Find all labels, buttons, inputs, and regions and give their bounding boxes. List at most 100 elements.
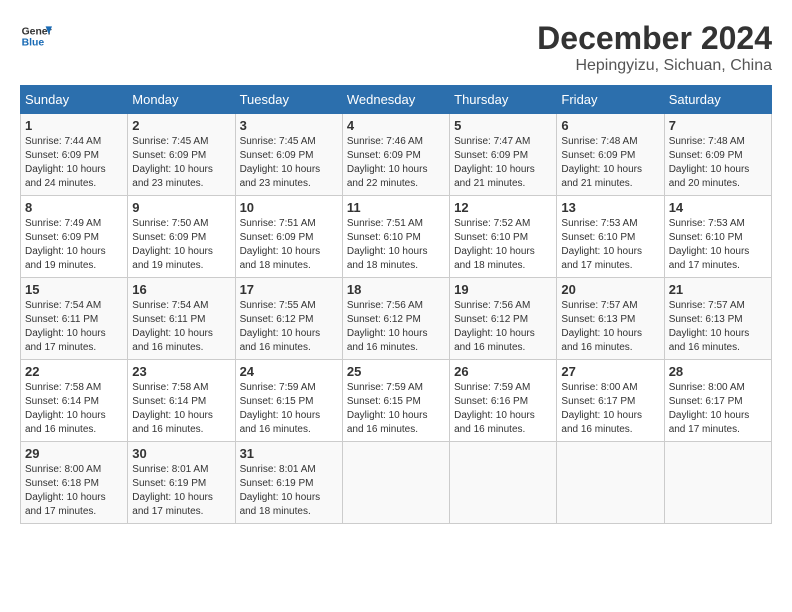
- day-info: Sunrise: 7:55 AM Sunset: 6:12 PM Dayligh…: [240, 299, 338, 355]
- day-info: Sunrise: 7:59 AM Sunset: 6:15 PM Dayligh…: [347, 381, 445, 437]
- calendar-cell: 10 Sunrise: 7:51 AM Sunset: 6:09 PM Dayl…: [235, 196, 342, 278]
- day-info: Sunrise: 7:57 AM Sunset: 6:13 PM Dayligh…: [561, 299, 659, 355]
- day-number: 9: [132, 200, 230, 215]
- calendar-cell: [557, 442, 664, 524]
- calendar-cell: 8 Sunrise: 7:49 AM Sunset: 6:09 PM Dayli…: [21, 196, 128, 278]
- calendar-cell: 1 Sunrise: 7:44 AM Sunset: 6:09 PM Dayli…: [21, 114, 128, 196]
- calendar-cell: 9 Sunrise: 7:50 AM Sunset: 6:09 PM Dayli…: [128, 196, 235, 278]
- day-number: 17: [240, 282, 338, 297]
- logo-icon: General Blue: [20, 20, 52, 52]
- day-number: 4: [347, 118, 445, 133]
- day-number: 10: [240, 200, 338, 215]
- svg-text:Blue: Blue: [22, 38, 45, 49]
- page-header: General Blue December 2024 Hepingyizu, S…: [20, 20, 772, 75]
- day-header-wednesday: Wednesday: [342, 86, 449, 114]
- calendar-cell: 6 Sunrise: 7:48 AM Sunset: 6:09 PM Dayli…: [557, 114, 664, 196]
- day-info: Sunrise: 7:51 AM Sunset: 6:10 PM Dayligh…: [347, 217, 445, 273]
- day-info: Sunrise: 8:01 AM Sunset: 6:19 PM Dayligh…: [240, 463, 338, 519]
- calendar-cell: [664, 442, 771, 524]
- calendar-cell: 11 Sunrise: 7:51 AM Sunset: 6:10 PM Dayl…: [342, 196, 449, 278]
- day-number: 27: [561, 364, 659, 379]
- day-number: 24: [240, 364, 338, 379]
- day-info: Sunrise: 7:57 AM Sunset: 6:13 PM Dayligh…: [669, 299, 767, 355]
- calendar-cell: 5 Sunrise: 7:47 AM Sunset: 6:09 PM Dayli…: [450, 114, 557, 196]
- day-info: Sunrise: 7:45 AM Sunset: 6:09 PM Dayligh…: [240, 135, 338, 191]
- day-info: Sunrise: 7:46 AM Sunset: 6:09 PM Dayligh…: [347, 135, 445, 191]
- calendar-cell: 2 Sunrise: 7:45 AM Sunset: 6:09 PM Dayli…: [128, 114, 235, 196]
- calendar-week-5: 29 Sunrise: 8:00 AM Sunset: 6:18 PM Dayl…: [21, 442, 772, 524]
- day-info: Sunrise: 8:00 AM Sunset: 6:17 PM Dayligh…: [561, 381, 659, 437]
- calendar-cell: 7 Sunrise: 7:48 AM Sunset: 6:09 PM Dayli…: [664, 114, 771, 196]
- day-info: Sunrise: 7:45 AM Sunset: 6:09 PM Dayligh…: [132, 135, 230, 191]
- day-number: 18: [347, 282, 445, 297]
- day-number: 8: [25, 200, 123, 215]
- calendar-cell: 13 Sunrise: 7:53 AM Sunset: 6:10 PM Dayl…: [557, 196, 664, 278]
- day-number: 29: [25, 446, 123, 461]
- day-number: 20: [561, 282, 659, 297]
- calendar-table: SundayMondayTuesdayWednesdayThursdayFrid…: [20, 85, 772, 524]
- calendar-cell: 3 Sunrise: 7:45 AM Sunset: 6:09 PM Dayli…: [235, 114, 342, 196]
- day-info: Sunrise: 7:56 AM Sunset: 6:12 PM Dayligh…: [347, 299, 445, 355]
- calendar-cell: 23 Sunrise: 7:58 AM Sunset: 6:14 PM Dayl…: [128, 360, 235, 442]
- day-info: Sunrise: 8:00 AM Sunset: 6:17 PM Dayligh…: [669, 381, 767, 437]
- day-info: Sunrise: 7:53 AM Sunset: 6:10 PM Dayligh…: [669, 217, 767, 273]
- day-number: 30: [132, 446, 230, 461]
- day-number: 16: [132, 282, 230, 297]
- calendar-cell: 18 Sunrise: 7:56 AM Sunset: 6:12 PM Dayl…: [342, 278, 449, 360]
- calendar-cell: 17 Sunrise: 7:55 AM Sunset: 6:12 PM Dayl…: [235, 278, 342, 360]
- day-number: 7: [669, 118, 767, 133]
- day-number: 5: [454, 118, 552, 133]
- day-header-thursday: Thursday: [450, 86, 557, 114]
- day-info: Sunrise: 7:48 AM Sunset: 6:09 PM Dayligh…: [561, 135, 659, 191]
- calendar-week-4: 22 Sunrise: 7:58 AM Sunset: 6:14 PM Dayl…: [21, 360, 772, 442]
- day-info: Sunrise: 7:58 AM Sunset: 6:14 PM Dayligh…: [132, 381, 230, 437]
- day-number: 21: [669, 282, 767, 297]
- day-info: Sunrise: 7:59 AM Sunset: 6:15 PM Dayligh…: [240, 381, 338, 437]
- day-info: Sunrise: 7:58 AM Sunset: 6:14 PM Dayligh…: [25, 381, 123, 437]
- calendar-cell: 22 Sunrise: 7:58 AM Sunset: 6:14 PM Dayl…: [21, 360, 128, 442]
- day-number: 1: [25, 118, 123, 133]
- calendar-cell: [450, 442, 557, 524]
- calendar-week-2: 8 Sunrise: 7:49 AM Sunset: 6:09 PM Dayli…: [21, 196, 772, 278]
- calendar-cell: 24 Sunrise: 7:59 AM Sunset: 6:15 PM Dayl…: [235, 360, 342, 442]
- day-number: 14: [669, 200, 767, 215]
- calendar-cell: 28 Sunrise: 8:00 AM Sunset: 6:17 PM Dayl…: [664, 360, 771, 442]
- day-number: 12: [454, 200, 552, 215]
- day-number: 26: [454, 364, 552, 379]
- calendar-cell: 27 Sunrise: 8:00 AM Sunset: 6:17 PM Dayl…: [557, 360, 664, 442]
- day-info: Sunrise: 7:51 AM Sunset: 6:09 PM Dayligh…: [240, 217, 338, 273]
- day-number: 25: [347, 364, 445, 379]
- calendar-week-1: 1 Sunrise: 7:44 AM Sunset: 6:09 PM Dayli…: [21, 114, 772, 196]
- calendar-cell: 25 Sunrise: 7:59 AM Sunset: 6:15 PM Dayl…: [342, 360, 449, 442]
- calendar-cell: 26 Sunrise: 7:59 AM Sunset: 6:16 PM Dayl…: [450, 360, 557, 442]
- calendar-cell: [342, 442, 449, 524]
- day-info: Sunrise: 7:53 AM Sunset: 6:10 PM Dayligh…: [561, 217, 659, 273]
- day-header-monday: Monday: [128, 86, 235, 114]
- day-info: Sunrise: 7:47 AM Sunset: 6:09 PM Dayligh…: [454, 135, 552, 191]
- day-header-saturday: Saturday: [664, 86, 771, 114]
- month-title: December 2024: [537, 20, 772, 57]
- calendar-cell: 16 Sunrise: 7:54 AM Sunset: 6:11 PM Dayl…: [128, 278, 235, 360]
- header-row: SundayMondayTuesdayWednesdayThursdayFrid…: [21, 86, 772, 114]
- calendar-cell: 12 Sunrise: 7:52 AM Sunset: 6:10 PM Dayl…: [450, 196, 557, 278]
- day-info: Sunrise: 7:44 AM Sunset: 6:09 PM Dayligh…: [25, 135, 123, 191]
- day-number: 2: [132, 118, 230, 133]
- calendar-cell: 19 Sunrise: 7:56 AM Sunset: 6:12 PM Dayl…: [450, 278, 557, 360]
- day-header-tuesday: Tuesday: [235, 86, 342, 114]
- day-info: Sunrise: 7:49 AM Sunset: 6:09 PM Dayligh…: [25, 217, 123, 273]
- logo: General Blue: [20, 20, 52, 52]
- day-number: 11: [347, 200, 445, 215]
- day-number: 15: [25, 282, 123, 297]
- day-info: Sunrise: 7:59 AM Sunset: 6:16 PM Dayligh…: [454, 381, 552, 437]
- day-number: 23: [132, 364, 230, 379]
- day-number: 22: [25, 364, 123, 379]
- day-number: 19: [454, 282, 552, 297]
- title-block: December 2024 Hepingyizu, Sichuan, China: [537, 20, 772, 75]
- day-number: 28: [669, 364, 767, 379]
- day-number: 13: [561, 200, 659, 215]
- day-header-friday: Friday: [557, 86, 664, 114]
- day-info: Sunrise: 7:54 AM Sunset: 6:11 PM Dayligh…: [132, 299, 230, 355]
- calendar-cell: 14 Sunrise: 7:53 AM Sunset: 6:10 PM Dayl…: [664, 196, 771, 278]
- day-number: 6: [561, 118, 659, 133]
- calendar-week-3: 15 Sunrise: 7:54 AM Sunset: 6:11 PM Dayl…: [21, 278, 772, 360]
